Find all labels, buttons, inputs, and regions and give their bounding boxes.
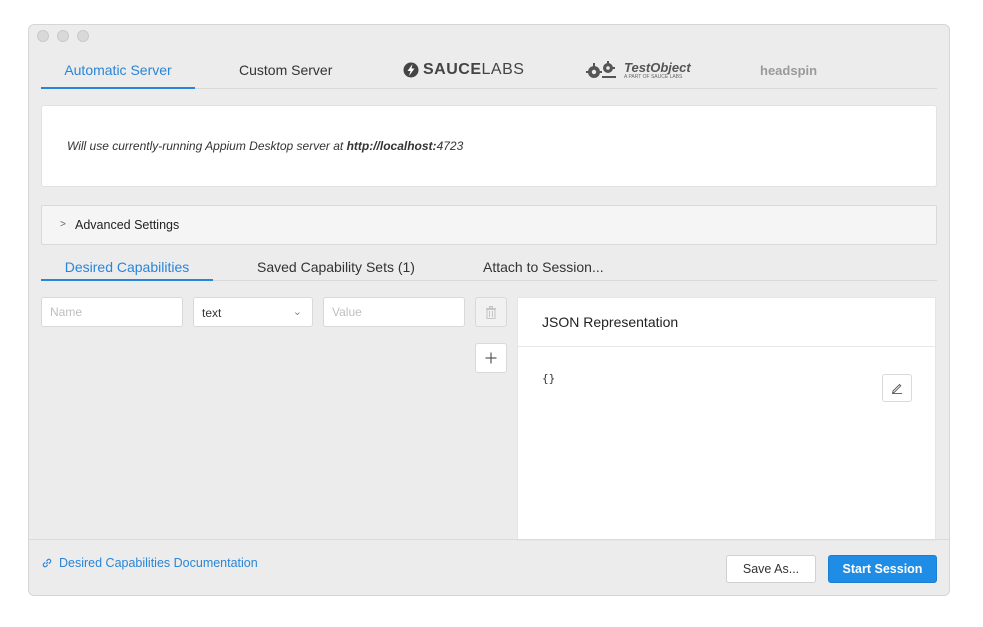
testobject-gears-icon: [586, 61, 616, 78]
active-tab-indicator: [41, 87, 195, 89]
advanced-settings-label: Advanced Settings: [75, 218, 180, 232]
tab-saved-capability-sets-label: Saved Capability Sets (1): [257, 258, 415, 275]
minimize-window-button[interactable]: [57, 30, 69, 42]
tab-saucelabs[interactable]: SAUCELABS: [403, 52, 524, 88]
json-representation-panel: JSON Representation {}: [517, 297, 936, 541]
saucelabs-bolt-icon: [403, 62, 419, 78]
footer-divider: [29, 539, 949, 540]
json-panel-title: JSON Representation: [542, 314, 679, 330]
start-session-button[interactable]: Start Session: [828, 555, 937, 583]
saucelabs-logo: SAUCELABS: [403, 61, 524, 79]
add-capability-button[interactable]: [475, 343, 507, 373]
delete-capability-button[interactable]: [475, 297, 507, 327]
tab-attach-to-session[interactable]: Attach to Session...: [483, 253, 604, 280]
zoom-window-button[interactable]: [77, 30, 89, 42]
tab-desired-capabilities-label: Desired Capabilities: [64, 258, 190, 275]
window-controls: [37, 30, 89, 42]
server-info-url: http://localhost:: [346, 139, 437, 153]
trash-icon: [486, 305, 496, 319]
active-tab-indicator: [41, 279, 213, 281]
tab-testobject[interactable]: TestObject A PART OF SAUCE LABS: [584, 52, 691, 88]
json-panel-header: JSON Representation: [518, 298, 935, 347]
server-tabs: Automatic Server Custom Server SAUCELABS: [41, 52, 937, 89]
close-window-button[interactable]: [37, 30, 49, 42]
testobject-logo-title: TestObject: [624, 59, 691, 75]
capability-value-input[interactable]: [323, 297, 465, 327]
pencil-icon: [892, 383, 902, 394]
tab-saved-capability-sets[interactable]: Saved Capability Sets (1): [257, 253, 415, 280]
tab-attach-to-session-label: Attach to Session...: [483, 258, 604, 275]
link-icon: [42, 558, 52, 568]
tab-automatic-server[interactable]: Automatic Server: [41, 52, 195, 89]
capability-tabs: Desired Capabilities Saved Capability Se…: [41, 253, 937, 281]
server-info-prefix: Will use currently-running Appium Deskto…: [67, 139, 347, 153]
capability-type-value: text: [202, 306, 222, 320]
desired-capabilities-docs-link[interactable]: Desired Capabilities Documentation: [41, 556, 258, 570]
save-as-button[interactable]: Save As...: [726, 555, 816, 583]
capability-type-select[interactable]: text ⌄: [193, 297, 313, 327]
tab-custom-server-label: Custom Server: [239, 62, 333, 78]
saucelabs-logo-bold: SAUCE: [423, 61, 482, 78]
json-content: {}: [542, 372, 556, 385]
headspin-logo: headspin: [760, 62, 818, 78]
chevron-right-icon: >: [60, 219, 66, 230]
testobject-logo: TestObject A PART OF SAUCE LABS: [584, 60, 691, 80]
plus-icon: [485, 352, 497, 364]
docs-link-label: Desired Capabilities Documentation: [59, 556, 258, 570]
edit-json-button[interactable]: [882, 374, 912, 402]
app-window: Automatic Server Custom Server SAUCELABS: [29, 25, 949, 595]
tab-automatic-server-label: Automatic Server: [64, 62, 172, 78]
advanced-settings-toggle[interactable]: > Advanced Settings: [41, 205, 937, 245]
tab-headspin[interactable]: headspin: [760, 52, 817, 88]
tab-desired-capabilities[interactable]: Desired Capabilities: [41, 253, 213, 281]
capability-name-input[interactable]: [41, 297, 183, 327]
tab-custom-server[interactable]: Custom Server: [239, 52, 332, 88]
testobject-logo-subtitle: A PART OF SAUCE LABS: [624, 73, 683, 80]
server-info-text: Will use currently-running Appium Deskto…: [67, 139, 463, 153]
saucelabs-logo-light: LABS: [481, 61, 525, 78]
chevron-down-icon: ⌄: [292, 306, 302, 318]
server-info-box: Will use currently-running Appium Deskto…: [41, 105, 937, 187]
server-info-port: 4723: [436, 139, 464, 153]
